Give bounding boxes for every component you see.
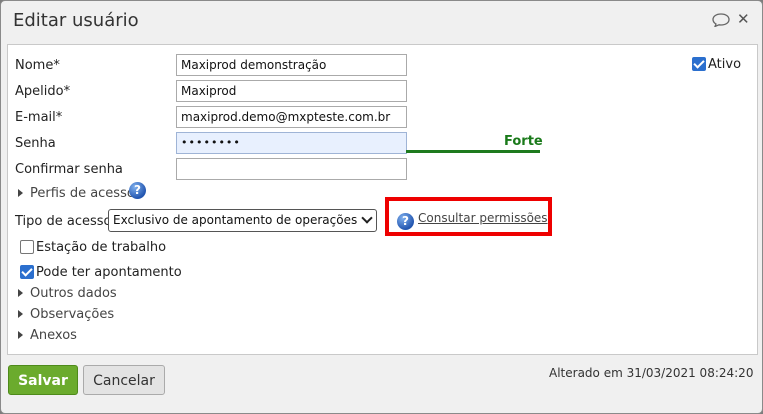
triangle-right-icon[interactable] — [18, 289, 23, 297]
save-button[interactable]: Salvar — [8, 365, 78, 395]
password-strength-bar — [406, 150, 540, 153]
estacao-checkbox[interactable] — [20, 240, 34, 254]
edit-user-dialog: Editar usuário ✕ Nome* Maxiprod demonstr… — [0, 0, 763, 414]
tipo-acesso-label: Tipo de acesso — [15, 214, 112, 229]
triangle-right-icon[interactable] — [18, 310, 23, 318]
help-icon[interactable]: ? — [397, 213, 414, 230]
confirmar-senha-input[interactable] — [176, 158, 407, 180]
dialog-title: Editar usuário — [13, 10, 139, 31]
tipo-acesso-value: Exclusivo de apontamento de operações — [113, 213, 358, 227]
nome-input[interactable]: Maxiprod demonstração — [176, 54, 407, 76]
ativo-label: Ativo — [708, 57, 742, 72]
apelido-label: Apelido* — [15, 84, 71, 99]
dialog-titlebar: Editar usuário ✕ — [1, 1, 762, 41]
tipo-acesso-select[interactable]: Exclusivo de apontamento de operações — [108, 209, 377, 232]
pode-apontamento-checkbox[interactable] — [20, 265, 34, 279]
email-label: E-mail* — [15, 110, 63, 125]
senha-input[interactable]: •••••••• — [176, 132, 407, 154]
password-strength-label: Forte — [504, 134, 543, 149]
confirmar-senha-label: Confirmar senha — [15, 162, 123, 177]
anexos-toggle[interactable]: Anexos — [30, 328, 77, 343]
consultar-permissoes-link[interactable]: Consultar permissões — [418, 211, 548, 225]
ativo-checkbox[interactable] — [692, 57, 706, 71]
email-input[interactable]: maxiprod.demo@mxpteste.com.br — [176, 106, 407, 128]
pode-apontamento-label: Pode ter apontamento — [36, 265, 182, 280]
nome-label: Nome* — [15, 58, 60, 73]
form-panel: Nome* Maxiprod demonstração Ativo Apelid… — [7, 44, 758, 355]
senha-label: Senha — [15, 136, 56, 151]
estacao-label: Estação de trabalho — [36, 240, 167, 255]
chevron-down-icon — [361, 212, 373, 224]
altered-timestamp: Alterado em 31/03/2021 08:24:20 — [549, 366, 754, 380]
perfis-de-acesso-toggle[interactable]: Perfis de acesso — [30, 186, 135, 201]
triangle-right-icon[interactable] — [18, 189, 23, 197]
triangle-right-icon[interactable] — [18, 331, 23, 339]
apelido-input[interactable]: Maxiprod — [176, 80, 407, 102]
speech-bubble-icon[interactable] — [712, 13, 730, 31]
help-icon[interactable]: ? — [129, 182, 146, 199]
observacoes-toggle[interactable]: Observações — [30, 307, 114, 322]
close-icon[interactable]: ✕ — [737, 10, 750, 28]
outros-dados-toggle[interactable]: Outros dados — [30, 286, 117, 301]
cancel-button[interactable]: Cancelar — [83, 365, 165, 395]
